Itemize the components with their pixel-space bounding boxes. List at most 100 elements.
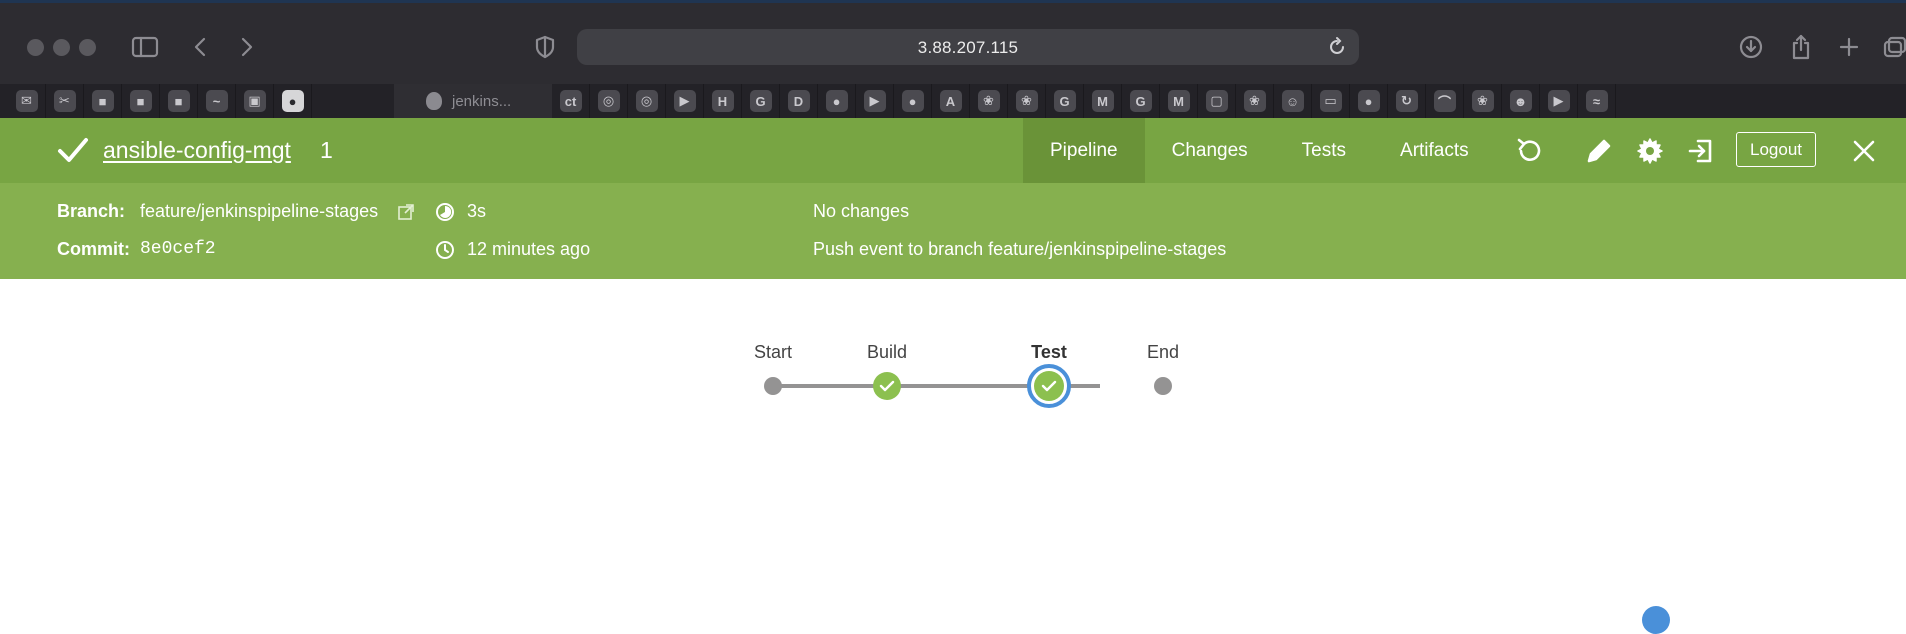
branch-link[interactable]: feature/jenkinspipeline-stages (140, 201, 378, 222)
edit-pencil-icon[interactable] (1582, 134, 1616, 168)
ring-icon[interactable]: ◎ (628, 84, 666, 118)
check-icon (879, 380, 895, 392)
jenkins-icon (426, 92, 442, 110)
oracle-icon-glyph: ▭ (1319, 90, 1342, 112)
rerun-icon[interactable] (1512, 134, 1546, 168)
logout-button[interactable]: Logout (1736, 132, 1816, 167)
person-icon[interactable]: ☻ (1502, 84, 1540, 118)
job-name-link[interactable]: ansible-config-mgt (103, 137, 291, 164)
video-icon[interactable]: ■ (84, 84, 122, 118)
avatar-icon-glyph: ☺ (1281, 90, 1304, 112)
github-icon-glyph: ● (901, 90, 924, 112)
github-icon[interactable]: ● (818, 84, 856, 118)
go-to-classic-icon[interactable] (1684, 134, 1718, 168)
privacy-shield-icon[interactable] (528, 31, 562, 63)
scissors-icon[interactable]: ✂ (46, 84, 84, 118)
ring-icon[interactable]: ◎ (590, 84, 628, 118)
tab-changes[interactable]: Changes (1145, 118, 1275, 183)
share-icon[interactable] (1784, 31, 1818, 63)
oracle-icon[interactable]: ▭ (1312, 84, 1350, 118)
address-bar[interactable]: 3.88.207.115 (577, 29, 1359, 65)
zoom-window-button[interactable] (79, 39, 96, 56)
wave-icon[interactable]: ≈ (1578, 84, 1616, 118)
stage-label-build: Build (866, 342, 908, 362)
pinned-tabs-left: ✉ ✂ ■ ■ ■ ~ ▣ ● (8, 84, 312, 118)
mail-icon[interactable]: ✉ (8, 84, 46, 118)
tab-overview-icon[interactable] (1878, 31, 1906, 63)
run-cause: Push event to branch feature/jenkinspipe… (813, 239, 1227, 259)
youtube-icon[interactable]: ▶ (1540, 84, 1578, 118)
close-window-button[interactable] (27, 39, 44, 56)
app-icon[interactable]: ▢ (1198, 84, 1236, 118)
wave-icon[interactable]: ⌒ (1426, 84, 1464, 118)
jfrog-icon-glyph: ❀ (1471, 90, 1494, 112)
check-icon (1041, 380, 1057, 392)
gmail-icon-glyph: M (1091, 90, 1114, 112)
forward-icon[interactable] (230, 31, 264, 63)
jfrog-icon-glyph: ❀ (1015, 90, 1038, 112)
d-icon[interactable]: D (780, 84, 818, 118)
video-icon[interactable]: ■ (122, 84, 160, 118)
browser-chrome: 3.88.207.115 ✉ ✂ ■ ■ ■ ~ ▣ ● jenkins... … (0, 0, 1906, 118)
new-tab-icon[interactable] (1832, 31, 1866, 63)
github-icon[interactable]: ● (894, 84, 932, 118)
wave-icon-glyph: ≈ (1585, 90, 1608, 112)
wave-icon[interactable]: ~ (198, 84, 236, 118)
a-icon[interactable]: A (932, 84, 970, 118)
stage-node-test[interactable] (1027, 364, 1071, 408)
github-icon[interactable]: ● (274, 84, 312, 118)
ring-icon-glyph: ◎ (597, 90, 620, 112)
branch-label: Branch: (57, 201, 126, 221)
run-tabs: Pipeline Changes Tests Artifacts (1023, 118, 1496, 183)
tab-label: jenkins... (452, 92, 512, 110)
h-icon[interactable]: H (704, 84, 742, 118)
youtube-icon[interactable]: ▶ (856, 84, 894, 118)
jfrog-icon[interactable]: ❀ (970, 84, 1008, 118)
video-icon[interactable]: ■ (160, 84, 198, 118)
tab-pipeline[interactable]: Pipeline (1023, 118, 1145, 183)
box-icon[interactable]: ▣ (236, 84, 274, 118)
jfrog-icon[interactable]: ❀ (1236, 84, 1274, 118)
external-link-icon[interactable] (397, 203, 417, 223)
back-icon[interactable] (183, 31, 217, 63)
wave-icon-glyph: ⌒ (1433, 90, 1456, 112)
refresh-icon-glyph: ↻ (1395, 90, 1418, 112)
ct-icon[interactable]: ct (552, 84, 590, 118)
youtube-icon[interactable]: ▶ (666, 84, 704, 118)
duration-icon (435, 202, 455, 222)
reload-icon[interactable] (1325, 35, 1349, 59)
settings-gear-icon[interactable] (1633, 134, 1667, 168)
youtube-icon-glyph: ▶ (673, 90, 696, 112)
run-header: ansible-config-mgt 1 Pipeline Changes Te… (0, 118, 1906, 183)
tab-jenkins[interactable]: jenkins... (394, 84, 552, 118)
gmail-icon[interactable]: M (1084, 84, 1122, 118)
commit-hash: 8e0cef2 (140, 239, 216, 259)
app-icon[interactable]: ● (1350, 84, 1388, 118)
h-icon-glyph: H (711, 90, 734, 112)
tab-artifacts[interactable]: Artifacts (1373, 118, 1496, 183)
ring-icon-glyph: ◎ (635, 90, 658, 112)
google-icon[interactable]: G (1046, 84, 1084, 118)
gmail-icon[interactable]: M (1160, 84, 1198, 118)
avatar-icon[interactable]: ☺ (1274, 84, 1312, 118)
success-check-icon (56, 134, 90, 166)
url-text: 3.88.207.115 (917, 38, 1019, 57)
app-icon-glyph: ● (1357, 90, 1380, 112)
stage-node-build[interactable] (873, 372, 901, 400)
downloads-icon[interactable] (1734, 31, 1768, 63)
clock-icon (435, 240, 455, 260)
jfrog-icon[interactable]: ❀ (1464, 84, 1502, 118)
gmail-icon-glyph: M (1167, 90, 1190, 112)
sidebar-toggle-icon[interactable] (128, 31, 162, 63)
google-icon[interactable]: G (1122, 84, 1160, 118)
jfrog-icon[interactable]: ❀ (1008, 84, 1046, 118)
google-icon[interactable]: G (742, 84, 780, 118)
stage-label-start: Start (753, 342, 793, 362)
stage-label-test: Test (1031, 342, 1067, 362)
tab-tests[interactable]: Tests (1275, 118, 1373, 183)
app-icon-glyph: ▢ (1205, 90, 1228, 112)
refresh-icon[interactable]: ↻ (1388, 84, 1426, 118)
minimize-window-button[interactable] (53, 39, 70, 56)
close-icon[interactable] (1847, 134, 1881, 168)
duration-value: 3s (467, 201, 487, 221)
